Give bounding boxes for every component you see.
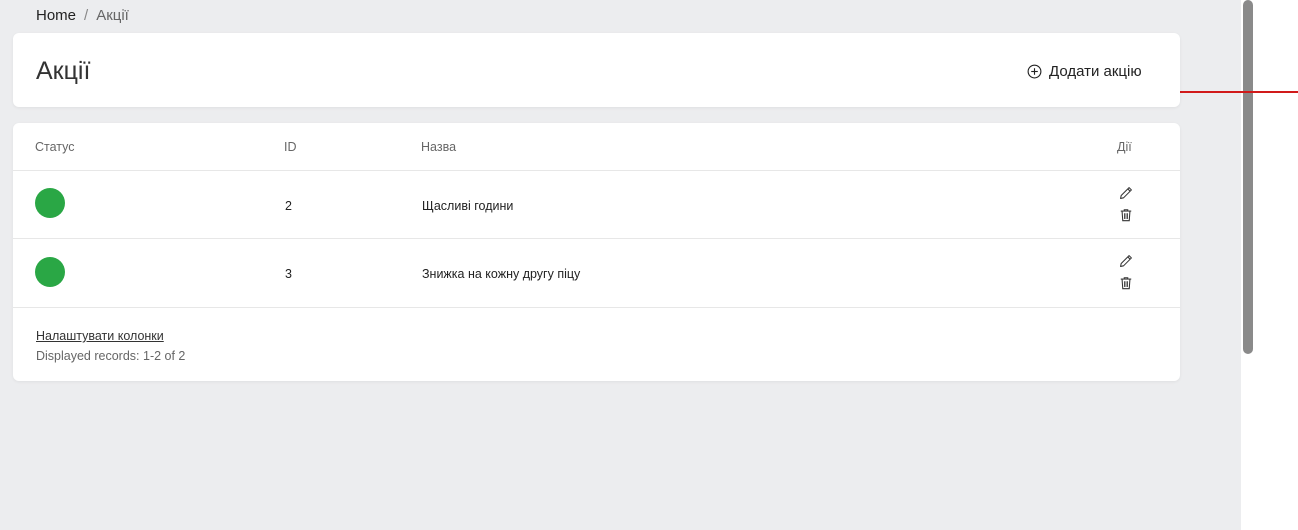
- promotions-table: Статус ID Назва Дії 2 Щасливі години 3 З…: [13, 123, 1180, 381]
- page-header-card: Акції Додати акцію: [13, 33, 1180, 107]
- trash-icon[interactable]: [1119, 208, 1133, 227]
- pencil-icon[interactable]: [1119, 186, 1133, 205]
- column-header-status[interactable]: Статус: [35, 140, 75, 154]
- table-row[interactable]: 3 Знижка на кожну другу піцу: [13, 239, 1180, 308]
- breadcrumb: Home / Акції: [36, 6, 129, 24]
- configure-columns-link[interactable]: Налаштувати колонки: [36, 329, 164, 343]
- add-promotion-button[interactable]: Додати акцію: [1027, 61, 1142, 81]
- breadcrumb-current: Акції: [96, 6, 129, 24]
- add-promotion-label: Додати акцію: [1049, 62, 1142, 80]
- breadcrumb-home-link[interactable]: Home: [36, 7, 76, 24]
- page-title: Акції: [36, 57, 91, 85]
- plus-circle-icon: [1027, 64, 1042, 79]
- row-id: 2: [285, 199, 292, 213]
- column-header-name[interactable]: Назва: [421, 140, 456, 154]
- row-name: Знижка на кожну другу піцу: [422, 267, 581, 281]
- table-header-row: Статус ID Назва Дії: [13, 123, 1180, 171]
- vertical-scrollbar[interactable]: [1243, 0, 1253, 354]
- records-info: Displayed records: 1-2 of 2: [36, 349, 186, 363]
- trash-icon[interactable]: [1119, 276, 1133, 295]
- row-id: 3: [285, 267, 292, 281]
- column-header-id[interactable]: ID: [284, 140, 297, 154]
- row-name: Щасливі години: [422, 199, 514, 213]
- column-header-actions: Дії: [1117, 140, 1132, 154]
- breadcrumb-separator: /: [84, 6, 89, 24]
- status-indicator: [35, 188, 65, 218]
- pencil-icon[interactable]: [1119, 254, 1133, 273]
- table-row[interactable]: 2 Щасливі години: [13, 171, 1180, 239]
- status-indicator: [35, 257, 65, 287]
